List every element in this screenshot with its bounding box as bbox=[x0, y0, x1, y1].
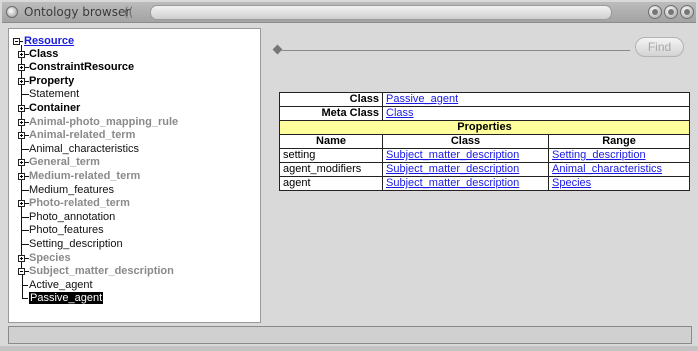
properties-header: Properties bbox=[279, 120, 690, 135]
tree-item-label[interactable]: Animal-photo_mapping_rule bbox=[29, 116, 178, 128]
tree-item-label[interactable]: Photo-related_term bbox=[29, 197, 130, 209]
tree-item[interactable]: General_term bbox=[29, 156, 100, 169]
property-name: agent_modifiers bbox=[279, 162, 383, 177]
expand-icon[interactable] bbox=[18, 132, 25, 140]
tree-item[interactable]: Setting_description bbox=[29, 238, 123, 251]
tree-item-label[interactable]: Setting_description bbox=[29, 238, 123, 250]
title-decoration: (( bbox=[124, 5, 134, 19]
meta-class-link[interactable]: Class bbox=[386, 107, 414, 119]
expand-icon[interactable] bbox=[18, 254, 25, 262]
tree-item[interactable]: Photo-related_term bbox=[29, 197, 130, 210]
slider-track[interactable] bbox=[282, 50, 630, 51]
maximize-icon[interactable] bbox=[664, 5, 678, 19]
tree-item-label[interactable]: Subject_matter_description bbox=[29, 265, 174, 277]
property-class-link[interactable]: Subject_matter_description bbox=[386, 177, 519, 189]
tree-item[interactable]: Animal_characteristics bbox=[29, 143, 139, 156]
close-icon[interactable] bbox=[680, 5, 694, 19]
tree-item-label[interactable]: Animal_characteristics bbox=[29, 143, 139, 155]
meta-class-label: Meta Class bbox=[279, 106, 383, 121]
window-menu-icon[interactable] bbox=[6, 6, 18, 18]
slider-handle[interactable] bbox=[272, 44, 283, 55]
status-bar bbox=[8, 326, 692, 344]
window-bottom-edge bbox=[0, 346, 698, 351]
tree-item-label[interactable]: Animal-related_term bbox=[29, 129, 135, 141]
expand-icon[interactable] bbox=[18, 200, 25, 208]
tree-item[interactable]: ConstraintResource bbox=[29, 61, 134, 74]
find-button[interactable]: Find bbox=[635, 37, 684, 57]
tree-item-label[interactable]: Property bbox=[29, 75, 74, 87]
tree-root-label[interactable]: Resource bbox=[24, 35, 74, 47]
app-window: Ontology browser (( Resource Class Constr… bbox=[0, 0, 698, 351]
table-row: agent Subject_matter_description Species bbox=[279, 176, 690, 191]
title-bar-track bbox=[150, 5, 612, 20]
property-name: agent bbox=[279, 176, 383, 191]
title-bar[interactable]: Ontology browser (( bbox=[2, 2, 696, 23]
expand-icon[interactable] bbox=[18, 159, 25, 167]
meta-class-value-cell: Class bbox=[382, 106, 690, 121]
class-info-table: Class Passive_agent Meta Class Class Pro… bbox=[279, 92, 690, 191]
class-value-cell: Passive_agent bbox=[382, 92, 690, 107]
tree-item[interactable]: Species bbox=[29, 252, 71, 265]
property-name: setting bbox=[279, 148, 383, 163]
tree-item-label[interactable]: Statement bbox=[29, 88, 79, 100]
column-header-name: Name bbox=[279, 134, 383, 149]
expand-icon[interactable] bbox=[18, 64, 25, 72]
tree-item[interactable]: Medium_features bbox=[29, 184, 114, 197]
tree-item[interactable]: Photo_annotation bbox=[29, 211, 115, 224]
property-range-link[interactable]: Setting_description bbox=[552, 149, 646, 161]
tree-item[interactable]: Animal-photo_mapping_rule bbox=[29, 116, 178, 129]
expand-icon[interactable] bbox=[18, 104, 25, 112]
details-panel: Find Class Passive_agent Meta Class Clas… bbox=[262, 28, 692, 321]
table-row: agent_modifiers Subject_matter_descripti… bbox=[279, 162, 690, 177]
column-header-class: Class bbox=[382, 134, 549, 149]
tree-item-label[interactable]: Container bbox=[29, 102, 80, 114]
class-value-link[interactable]: Passive_agent bbox=[386, 93, 458, 105]
table-row: setting Subject_matter_description Setti… bbox=[279, 148, 690, 163]
tree-item[interactable]: Class bbox=[29, 48, 58, 61]
tree-child-item[interactable]: Active_agent bbox=[29, 279, 93, 292]
tree-item-label[interactable]: ConstraintResource bbox=[29, 61, 134, 73]
tree-item-label[interactable]: Medium_features bbox=[29, 184, 114, 196]
tree-item[interactable]: Medium-related_term bbox=[29, 170, 140, 183]
tree-root[interactable]: Resource bbox=[24, 35, 74, 48]
property-class-link[interactable]: Subject_matter_description bbox=[386, 163, 519, 175]
property-range-link[interactable]: Species bbox=[552, 177, 591, 189]
collapse-icon[interactable] bbox=[13, 38, 20, 45]
tree-item-label[interactable]: Photo_features bbox=[29, 224, 104, 236]
tree-item-label[interactable]: General_term bbox=[29, 156, 100, 168]
class-label: Class bbox=[279, 92, 383, 107]
tree-item[interactable]: Animal-related_term bbox=[29, 129, 135, 142]
tree-item[interactable]: Subject_matter_description bbox=[29, 265, 174, 278]
property-class-link[interactable]: Subject_matter_description bbox=[386, 149, 519, 161]
tree-child-item[interactable]: Passive_agent bbox=[29, 292, 104, 305]
ontology-tree-panel[interactable]: Resource Class ConstraintResource Property… bbox=[8, 28, 261, 323]
tree-item[interactable]: Property bbox=[29, 75, 74, 88]
tree-item-label[interactable]: Photo_annotation bbox=[29, 211, 115, 223]
expand-icon[interactable] bbox=[18, 118, 25, 126]
window-title: Ontology browser bbox=[24, 5, 131, 19]
tree-item-label[interactable]: Medium-related_term bbox=[29, 170, 140, 182]
tree-selected-item-label[interactable]: Passive_agent bbox=[29, 292, 104, 305]
property-range-link[interactable]: Animal_characteristics bbox=[552, 163, 662, 175]
tree-item[interactable]: Statement bbox=[29, 88, 79, 101]
expand-icon[interactable] bbox=[18, 77, 25, 85]
tree-item-label[interactable]: Class bbox=[29, 48, 58, 60]
tree-item-label[interactable]: Species bbox=[29, 252, 71, 264]
minimize-icon[interactable] bbox=[648, 5, 662, 19]
expand-icon[interactable] bbox=[18, 50, 25, 58]
expand-icon[interactable] bbox=[18, 172, 25, 180]
tree-item[interactable]: Photo_features bbox=[29, 224, 104, 237]
tree-item[interactable]: Container bbox=[29, 102, 80, 115]
column-header-range: Range bbox=[548, 134, 690, 149]
tree-child-item-label[interactable]: Active_agent bbox=[29, 279, 93, 291]
